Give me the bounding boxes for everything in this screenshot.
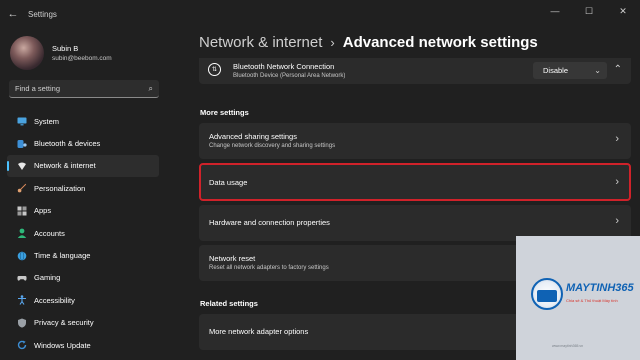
item-title: More network adapter options <box>209 327 309 336</box>
watermark: MAYTINH365 Chia sẻ & Thủ thuật Máy tính … <box>516 236 640 360</box>
item-title: Advanced sharing settings <box>209 132 297 141</box>
close-button[interactable]: ✕ <box>606 0 640 22</box>
chevron-right-icon: › <box>615 176 619 188</box>
chevron-right-icon: › <box>615 133 619 145</box>
sidebar-item-windows-update[interactable]: Windows Update <box>7 334 159 356</box>
breadcrumb-separator: › <box>330 35 335 50</box>
sidebar-item-privacy-security[interactable]: Privacy & security <box>7 312 159 334</box>
apps-icon <box>17 206 27 216</box>
sidebar-item-accounts[interactable]: Accounts <box>7 222 159 244</box>
wifi-icon <box>17 161 27 171</box>
search-box[interactable]: ⌕ <box>9 80 159 98</box>
profile-name: Subin B <box>52 44 79 53</box>
controller-icon <box>17 273 27 283</box>
maytinh365-logo-icon <box>531 278 563 310</box>
sidebar-item-label: Accessibility <box>34 295 75 305</box>
app-title: Settings <box>28 9 57 19</box>
sidebar-item-time-language[interactable]: Time & language <box>7 244 159 266</box>
avatar <box>10 36 44 70</box>
bluetooth-network-connection-card[interactable]: ⇅ Bluetooth Network Connection Bluetooth… <box>199 58 631 84</box>
page-title: Advanced network settings <box>342 34 538 51</box>
profile-email: subin@beebom.com <box>52 55 112 62</box>
chevron-right-icon: › <box>615 215 619 227</box>
sidebar-item-network-internet[interactable]: Network & internet <box>7 154 159 178</box>
sidebar-item-label: Gaming <box>34 273 61 283</box>
sidebar-nav: System Bluetooth & devices Network & int… <box>7 110 159 356</box>
item-title: Hardware and connection properties <box>209 218 330 227</box>
network-adapter-icon: ⇅ <box>208 63 221 76</box>
sidebar-item-bluetooth-devices[interactable]: Bluetooth & devices <box>7 132 159 154</box>
title-bar: ← Settings — ☐ ✕ <box>0 0 640 28</box>
sidebar-item-label: Bluetooth & devices <box>34 139 101 149</box>
update-icon <box>17 340 27 350</box>
adapter-subtitle: Bluetooth Device (Personal Area Network) <box>233 73 346 79</box>
data-usage-item[interactable]: Data usage › <box>199 163 631 201</box>
item-title: Data usage <box>209 178 248 187</box>
brush-icon <box>17 183 27 193</box>
disable-button[interactable]: Disable ⌄ <box>533 62 607 79</box>
window-controls: — ☐ ✕ <box>538 0 640 28</box>
sidebar-item-accessibility[interactable]: Accessibility <box>7 289 159 311</box>
more-settings-header: More settings <box>200 108 249 117</box>
related-settings-header: Related settings <box>200 299 258 308</box>
breadcrumb-parent[interactable]: Network & internet <box>199 34 322 51</box>
chevron-up-icon[interactable]: ⌃ <box>614 64 622 75</box>
sidebar: Subin B subin@beebom.com ⌕ System Blueto… <box>0 28 170 360</box>
watermark-brand: MAYTINH365 <box>566 282 634 294</box>
breadcrumb: Network & internet › Advanced network se… <box>199 34 538 51</box>
globe-icon <box>17 250 27 261</box>
watermark-url: www.maytinh365.vn <box>552 344 584 348</box>
maximize-button[interactable]: ☐ <box>572 0 606 22</box>
user-profile[interactable]: Subin B subin@beebom.com <box>10 36 112 70</box>
sidebar-item-system[interactable]: System <box>7 110 159 132</box>
chevron-down-icon: ⌄ <box>594 66 601 75</box>
accessibility-icon <box>17 295 27 306</box>
back-arrow-icon[interactable]: ← <box>0 8 26 20</box>
sidebar-item-label: Privacy & security <box>34 318 94 328</box>
advanced-sharing-settings-item[interactable]: Advanced sharing settings Change network… <box>199 123 631 159</box>
display-icon <box>17 116 27 126</box>
item-subtitle: Change network discovery and sharing set… <box>209 143 336 149</box>
watermark-tagline: Chia sẻ & Thủ thuật Máy tính <box>566 298 618 303</box>
item-title: Network reset <box>209 254 256 263</box>
sidebar-item-label: Windows Update <box>34 340 91 350</box>
sidebar-item-label: Network & internet <box>34 161 96 171</box>
disable-button-label: Disable <box>543 66 569 75</box>
sidebar-item-label: Accounts <box>34 228 65 238</box>
sidebar-item-label: Personalization <box>34 183 86 193</box>
sidebar-item-label: System <box>34 116 60 126</box>
sidebar-item-label: Time & language <box>34 251 91 261</box>
person-icon <box>17 228 27 239</box>
sidebar-item-label: Apps <box>34 206 52 216</box>
sidebar-item-apps[interactable]: Apps <box>7 200 159 222</box>
sidebar-item-personalization[interactable]: Personalization <box>7 177 159 199</box>
sidebar-item-gaming[interactable]: Gaming <box>7 267 159 289</box>
adapter-title: Bluetooth Network Connection <box>233 62 335 71</box>
bluetooth-icon <box>17 139 27 149</box>
search-input[interactable] <box>15 84 149 93</box>
minimize-button[interactable]: — <box>538 0 572 22</box>
search-icon[interactable]: ⌕ <box>149 84 153 94</box>
item-subtitle: Reset all network adapters to factory se… <box>209 265 329 271</box>
shield-icon <box>17 318 27 328</box>
